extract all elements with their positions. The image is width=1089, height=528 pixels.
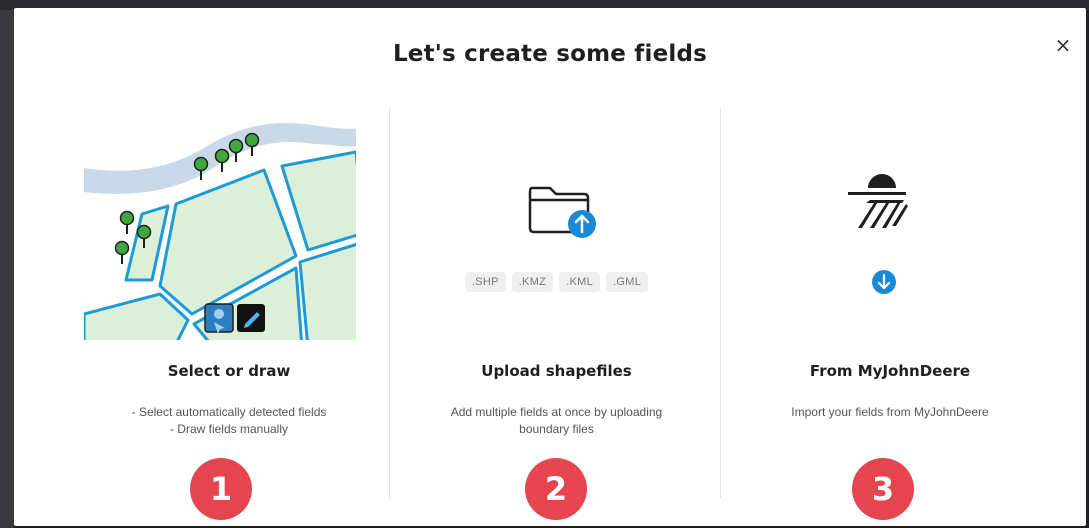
upload-illustration	[528, 186, 596, 238]
option-description: Add multiple fields at once by uploading…	[450, 405, 663, 436]
upload-arrow-icon	[568, 210, 596, 238]
option-title: Upload shapefiles	[481, 362, 632, 380]
option-title: From MyJohnDeere	[809, 362, 971, 380]
file-type-chip: .KML	[559, 272, 601, 292]
modal-title: Let's create some fields	[392, 41, 708, 67]
john-deere-field-icon	[848, 174, 908, 228]
myjohndeere-illustration	[848, 174, 908, 294]
option-description: Import your fields from MyJohnDeere	[791, 405, 989, 419]
pencil-icon	[237, 304, 265, 332]
option-description: - Select automatically detected fields -…	[131, 405, 327, 436]
page-backdrop-left	[0, 0, 14, 528]
map-illustration	[84, 108, 356, 340]
create-fields-modal: Let's create some fields × Select or dra…	[14, 8, 1086, 526]
close-button[interactable]: ×	[1050, 32, 1076, 58]
option-upload-shapefiles[interactable]: .SHP .KMZ .KML .GML Upload shapefiles Add m…	[394, 108, 719, 520]
file-type-list: .SHP .KMZ .KML .GML	[394, 270, 719, 292]
file-type-chip: .SHP	[464, 272, 506, 292]
file-type-chip: .GML	[606, 272, 649, 292]
file-type-chip: .KMZ	[511, 272, 554, 292]
option-title: Select or draw	[167, 362, 291, 380]
step-badge: 3	[852, 458, 914, 520]
download-arrow-icon	[872, 270, 896, 294]
select-field-icon	[204, 303, 234, 334]
step-badge: 2	[525, 458, 587, 520]
step-badge: 1	[190, 458, 252, 520]
option-from-myjohndeere[interactable]: From MyJohnDeere Import your fields from…	[720, 108, 1060, 520]
option-select-or-draw[interactable]: Select or draw - Select automatically de…	[64, 108, 394, 520]
